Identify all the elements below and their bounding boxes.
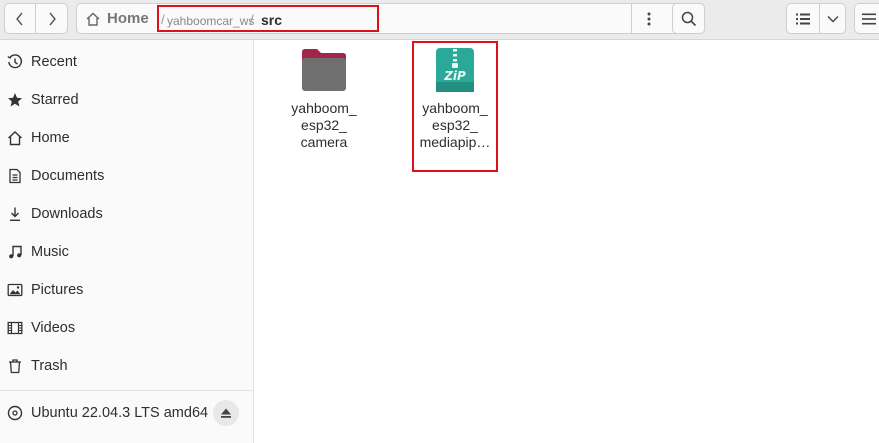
file-name-line: esp32_ — [301, 117, 347, 133]
file-item-folder[interactable]: yahboom_ esp32_ camera — [283, 46, 365, 170]
sidebar-divider — [0, 390, 253, 391]
sidebar-item-label: Pictures — [31, 282, 84, 298]
home-icon — [86, 12, 100, 26]
breadcrumb-highlight: / yahboomcar_ws / src — [157, 5, 379, 32]
sidebar-item-label: Ubuntu 22.04.3 LTS amd64 — [31, 405, 209, 421]
document-icon — [6, 167, 24, 185]
zip-icon: ZiP — [436, 48, 474, 92]
home-icon — [6, 129, 24, 147]
sidebar-item-recent[interactable]: Recent — [0, 43, 253, 81]
sidebar-item-label: Trash — [31, 358, 68, 374]
sidebar-item-documents[interactable]: Documents — [0, 157, 253, 195]
sidebar-item-label: Starred — [31, 92, 79, 108]
sidebar-item-downloads[interactable]: Downloads — [0, 195, 253, 233]
search-button[interactable] — [672, 3, 705, 34]
path-separator: / — [250, 12, 254, 27]
file-name-line: yahboom_ — [422, 100, 488, 116]
file-name-line: esp32_ — [432, 117, 478, 133]
sidebar: Recent Starred Home Documents Downloads … — [0, 40, 254, 443]
file-name-line: yahboom_ — [291, 100, 357, 116]
sidebar-item-label: Documents — [31, 168, 105, 184]
sidebar-item-label: Downloads — [31, 206, 103, 222]
chevron-left-icon — [16, 12, 23, 25]
star-icon — [6, 91, 24, 109]
header-bar: Home / yahboomcar_ws / src — [0, 0, 879, 40]
path-separator: / — [161, 12, 165, 27]
breadcrumb-parent[interactable]: yahboomcar_ws — [167, 14, 254, 28]
download-icon — [6, 205, 24, 223]
disc-icon — [6, 404, 24, 422]
view-list-button[interactable] — [786, 3, 820, 34]
breadcrumb-home-label: Home — [107, 10, 149, 27]
sidebar-item-label: Music — [31, 244, 69, 260]
chevron-down-icon — [827, 15, 838, 22]
main-menu-button[interactable] — [854, 3, 879, 34]
video-icon — [6, 319, 24, 337]
sidebar-item-trash[interactable]: Trash — [0, 347, 253, 385]
file-item-zip[interactable]: ZiP yahboom_ esp32_ mediapip… — [412, 41, 498, 172]
sidebar-item-label: Videos — [31, 320, 76, 336]
svg-text:ZiP: ZiP — [443, 69, 466, 83]
sidebar-item-pictures[interactable]: Pictures — [0, 271, 253, 309]
more-vertical-icon — [647, 12, 651, 25]
file-name-line: camera — [300, 134, 348, 150]
eject-icon — [221, 408, 231, 418]
file-name-line: mediapip… — [419, 134, 491, 150]
breadcrumb-current[interactable]: src — [261, 12, 282, 28]
breadcrumb-home[interactable]: Home — [85, 4, 149, 33]
sidebar-item-label: Home — [31, 130, 70, 146]
search-icon — [681, 11, 696, 26]
sidebar-item-starred[interactable]: Starred — [0, 81, 253, 119]
sidebar-item-label: Recent — [31, 54, 77, 70]
sidebar-item-home[interactable]: Home — [0, 119, 253, 157]
trash-icon — [6, 357, 24, 375]
forward-button[interactable] — [35, 3, 68, 34]
recent-icon — [6, 53, 24, 71]
list-view-icon — [796, 13, 810, 24]
chevron-right-icon — [48, 12, 56, 25]
sidebar-item-videos[interactable]: Videos — [0, 309, 253, 347]
path-menu-button[interactable] — [631, 4, 666, 33]
path-bar: Home / yahboomcar_ws / src — [76, 3, 705, 34]
music-icon — [6, 243, 24, 261]
hamburger-icon — [862, 13, 876, 24]
picture-icon — [6, 281, 24, 299]
file-view: yahboom_ esp32_ camera ZiP yahboom_ esp3… — [254, 40, 879, 443]
folder-icon — [302, 49, 346, 91]
view-options-button[interactable] — [819, 3, 846, 34]
file-name: yahboom_ esp32_ camera — [283, 100, 365, 151]
eject-button[interactable] — [213, 400, 239, 426]
back-button[interactable] — [4, 3, 36, 34]
sidebar-item-music[interactable]: Music — [0, 233, 253, 271]
file-name: yahboom_ esp32_ mediapip… — [414, 100, 496, 151]
